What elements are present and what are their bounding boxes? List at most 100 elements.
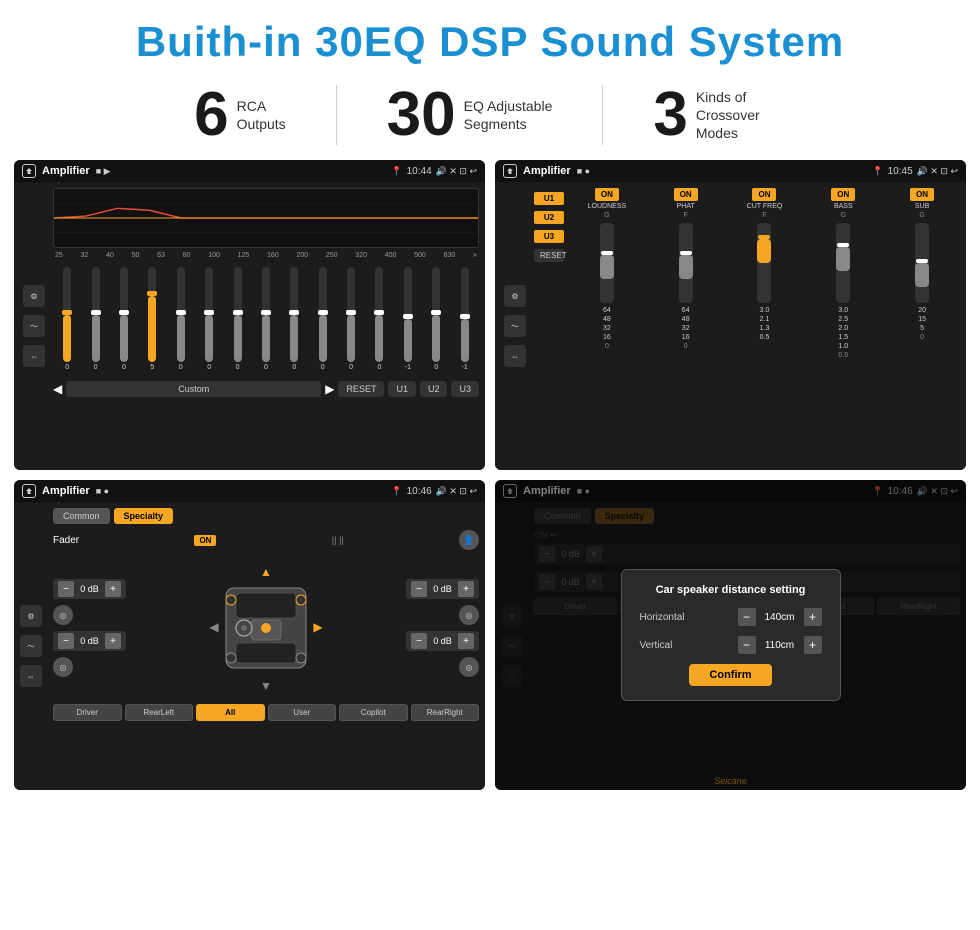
db-val-br: 0 dB [430, 636, 455, 646]
eq-slider-7[interactable]: 0 [262, 267, 270, 371]
time-3: 10:46 [407, 486, 432, 497]
eq-controls: ◀ Custom ▶ RESET U1 U2 U3 [53, 377, 479, 401]
stat-eq: 30 EQ AdjustableSegments [337, 84, 603, 146]
stat-number-eq: 30 [387, 84, 456, 146]
fader-label: Fader [53, 535, 79, 546]
eq-slider-13[interactable]: 0 [432, 267, 440, 371]
eq-slider-10[interactable]: 0 [347, 267, 355, 371]
tab-common-3[interactable]: Common [53, 508, 110, 524]
bass-slider[interactable] [836, 223, 850, 303]
cutfreq-slider[interactable] [757, 223, 771, 303]
sub-slider[interactable] [915, 223, 929, 303]
home-icon-3[interactable] [22, 484, 36, 498]
phat-label: PHAT [677, 203, 695, 210]
cross-icon-1[interactable]: ⚙ [504, 285, 526, 307]
eq-slider-12[interactable]: -1 [404, 267, 412, 371]
cross-col-loudness: ON LOUDNESS G 64 48 32 16 0 [569, 188, 645, 359]
all-btn[interactable]: All [196, 704, 265, 721]
eq-freq-labels: 253240 506380 100125160 200250320 400500… [53, 252, 479, 259]
stat-crossover: 3 Kinds ofCrossover Modes [603, 84, 835, 146]
rear-left-btn[interactable]: RearLeft [125, 704, 194, 721]
screen-crossover: Amplifier ■ ● 📍 10:45 🔊 ✕ ⊡ ↩ ⚙ 〜 ⇔ U1 U… [495, 160, 966, 470]
copilot-btn[interactable]: Copilot [339, 704, 408, 721]
page-header: Buith-in 30EQ DSP Sound System [0, 0, 980, 74]
dialog-vertical-row: Vertical − 110cm + [640, 636, 822, 654]
eq-slider-0[interactable]: 0 [63, 267, 71, 371]
cross-icon-3[interactable]: ⇔ [504, 345, 526, 367]
eq-slider-3[interactable]: 5 [148, 267, 156, 371]
fader-settings-icon[interactable]: 👤 [459, 530, 479, 550]
cutfreq-toggle[interactable]: ON [752, 188, 776, 201]
screen-fader: Amplifier ■ ● 📍 10:46 🔊 ✕ ⊡ ↩ ⚙ 〜 ⇔ Comm… [14, 480, 485, 790]
db-minus-br[interactable]: − [411, 633, 427, 649]
time-1: 10:44 [407, 166, 432, 177]
cross-col-phat: ON PHAT F 64 48 32 16 0 [648, 188, 724, 359]
u3-button-1[interactable]: U3 [451, 381, 479, 397]
home-icon-1[interactable] [22, 164, 36, 178]
sub-toggle[interactable]: ON [910, 188, 934, 201]
horizontal-label: Horizontal [640, 612, 700, 623]
bass-toggle[interactable]: ON [831, 188, 855, 201]
next-button[interactable]: ▶ [325, 382, 334, 396]
db-plus-tl[interactable]: + [105, 581, 121, 597]
stat-label-rca: RCAOutputs [237, 97, 286, 133]
fader-header: Fader ON || || 👤 [53, 530, 479, 550]
fader-content: ⚙ 〜 ⇔ Common Specialty Fader ON || || 👤 [14, 502, 485, 790]
loudness-toggle[interactable]: ON [595, 188, 619, 201]
eq-content: ⚙ 〜 ⇔ [14, 182, 485, 470]
user-btn[interactable]: User [268, 704, 337, 721]
fader-icon-2[interactable]: 〜 [20, 635, 42, 657]
eq-slider-14[interactable]: -1 [461, 267, 469, 371]
phat-toggle[interactable]: ON [674, 188, 698, 201]
screens-grid: Amplifier ■ ▶ 📍 10:44 🔊 ✕ ⊡ ↩ ⚙ 〜 ⇔ [0, 160, 980, 798]
reset-cross-btn[interactable]: RESET [534, 249, 564, 262]
eq-slider-11[interactable]: 0 [375, 267, 383, 371]
db-minus-bl[interactable]: − [58, 633, 74, 649]
phat-slider[interactable] [679, 223, 693, 303]
driver-btn[interactable]: Driver [53, 704, 122, 721]
db-minus-tl[interactable]: − [58, 581, 74, 597]
rear-right-btn[interactable]: RearRight [411, 704, 480, 721]
db-minus-tr[interactable]: − [411, 581, 427, 597]
eq-icon-1[interactable]: ⚙ [23, 285, 45, 307]
eq-icon-3[interactable]: ⇔ [23, 345, 45, 367]
u1-cross-btn[interactable]: U1 [534, 192, 564, 205]
eq-slider-2[interactable]: 0 [120, 267, 128, 371]
db-plus-tr[interactable]: + [458, 581, 474, 597]
u2-cross-btn[interactable]: U2 [534, 211, 564, 224]
tab-specialty-3[interactable]: Specialty [114, 508, 174, 524]
prev-button[interactable]: ◀ [53, 382, 62, 396]
db-plus-bl[interactable]: + [105, 633, 121, 649]
horizontal-minus[interactable]: − [738, 608, 756, 626]
cross-icon-2[interactable]: 〜 [504, 315, 526, 337]
speaker-br: ◎ [459, 657, 479, 677]
vertical-plus[interactable]: + [804, 636, 822, 654]
home-icon-2[interactable] [503, 164, 517, 178]
horizontal-plus[interactable]: + [804, 608, 822, 626]
reset-button-1[interactable]: RESET [338, 381, 384, 397]
vertical-minus[interactable]: − [738, 636, 756, 654]
db-val-tl: 0 dB [77, 584, 102, 594]
stat-label-eq: EQ AdjustableSegments [464, 97, 553, 133]
car-diagram: ▲ ▼ ◀ ▶ [132, 558, 400, 698]
eq-slider-5[interactable]: 0 [205, 267, 213, 371]
u2-button-1[interactable]: U2 [420, 381, 448, 397]
eq-slider-8[interactable]: 0 [290, 267, 298, 371]
u1-button-1[interactable]: U1 [388, 381, 416, 397]
eq-sliders: 0 0 0 5 0 [53, 263, 479, 373]
eq-slider-6[interactable]: 0 [234, 267, 242, 371]
u3-cross-btn[interactable]: U3 [534, 230, 564, 243]
cross-toggles: ON LOUDNESS G 64 48 32 16 0 [569, 188, 960, 359]
fader-icon-3[interactable]: ⇔ [20, 665, 42, 687]
eq-slider-1[interactable]: 0 [92, 267, 100, 371]
eq-slider-4[interactable]: 0 [177, 267, 185, 371]
db-plus-br[interactable]: + [458, 633, 474, 649]
eq-icon-2[interactable]: 〜 [23, 315, 45, 337]
confirm-button[interactable]: Confirm [689, 664, 771, 686]
loudness-label: LOUDNESS [588, 203, 627, 210]
bass-label: BASS [834, 203, 853, 210]
loudness-slider[interactable] [600, 223, 614, 303]
fader-icon-1[interactable]: ⚙ [20, 605, 42, 627]
eq-slider-9[interactable]: 0 [319, 267, 327, 371]
app-title-2: Amplifier [523, 165, 571, 177]
